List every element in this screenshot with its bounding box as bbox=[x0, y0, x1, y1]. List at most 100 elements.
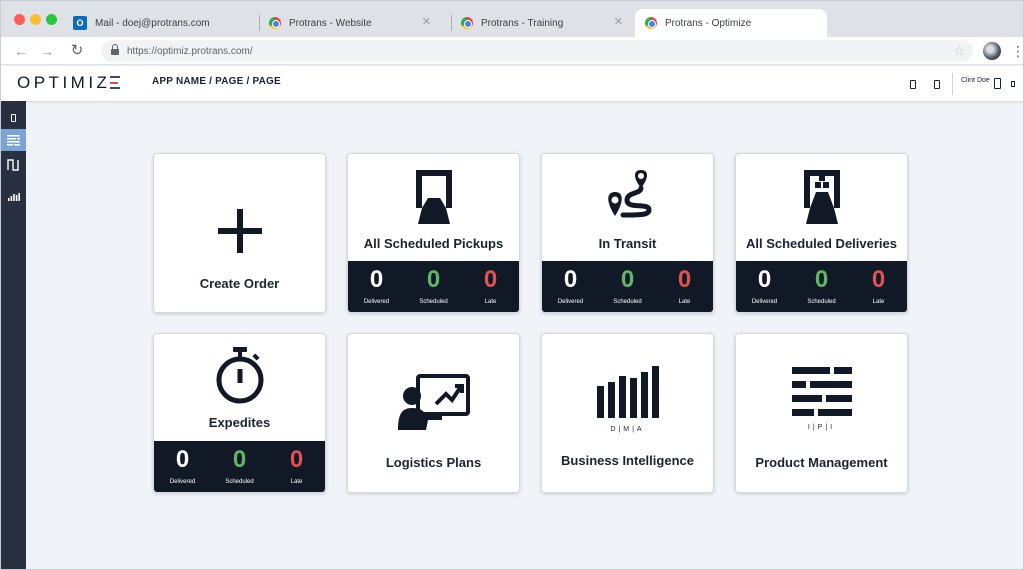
stat-value: 0 bbox=[289, 446, 304, 473]
url-text: https://optimiz.protrans.com/ bbox=[127, 45, 253, 57]
card-title: All Scheduled Pickups bbox=[363, 236, 504, 251]
bars-icon bbox=[596, 366, 659, 418]
forward-arrow-icon[interactable]: → bbox=[37, 41, 57, 61]
stat-scheduled: 0 Scheduled bbox=[793, 261, 850, 312]
logistics-plans-card[interactable]: Logistics Plans bbox=[347, 333, 520, 493]
card-title: Create Order bbox=[199, 276, 280, 291]
user-device-icon[interactable] bbox=[994, 78, 1001, 89]
stat-late: 0 Late bbox=[850, 261, 907, 312]
stat-label: Delivered bbox=[557, 299, 584, 305]
stats-panel: 0 Delivered 0 Scheduled 0 Late bbox=[348, 261, 519, 312]
tab-website[interactable]: Protrans - Website ✕ bbox=[259, 9, 441, 37]
header-divider bbox=[952, 73, 953, 95]
stat-label: Late bbox=[872, 299, 885, 305]
maximize-window-button[interactable] bbox=[46, 14, 57, 25]
sidebar-item-analytics[interactable] bbox=[1, 185, 26, 207]
browser-window: O Mail - doej@protrans.com Protrans - We… bbox=[0, 0, 1024, 570]
browser-tab-bar: O Mail - doej@protrans.com Protrans - We… bbox=[1, 1, 1023, 37]
stat-value: 0 bbox=[175, 446, 190, 473]
product-management-card[interactable]: I|P|I Product Management bbox=[735, 333, 908, 493]
stat-late: 0 Late bbox=[656, 261, 713, 312]
logo-e-mark bbox=[110, 76, 121, 89]
profile-avatar[interactable] bbox=[983, 42, 1001, 60]
stat-label: Scheduled bbox=[225, 479, 254, 485]
stat-label: Scheduled bbox=[419, 299, 448, 305]
plus-icon bbox=[217, 209, 262, 253]
in-transit-card[interactable]: In Transit 0 Delivered 0 Scheduled 0 Lat… bbox=[541, 153, 714, 313]
breadcrumb: APP NAME / PAGE / PAGE bbox=[152, 76, 281, 87]
truck-pickup-icon bbox=[415, 170, 452, 224]
stat-label: Scheduled bbox=[613, 299, 642, 305]
lock-icon bbox=[111, 43, 119, 56]
chrome-icon bbox=[269, 17, 281, 29]
route-icon bbox=[607, 170, 652, 218]
stat-value: 0 bbox=[426, 266, 441, 293]
presentation-icon bbox=[397, 374, 470, 430]
stat-value: 0 bbox=[563, 266, 578, 293]
stat-value: 0 bbox=[757, 266, 772, 293]
tab-label: Protrans - Website bbox=[289, 17, 372, 29]
stopwatch-icon bbox=[216, 347, 263, 404]
optimize-logo[interactable]: OPTIMIZ bbox=[17, 73, 121, 93]
stat-value: 0 bbox=[483, 266, 498, 293]
card-title: Logistics Plans bbox=[385, 455, 482, 470]
expedites-card[interactable]: Expedites 0 Delivered 0 Scheduled 0 Late bbox=[153, 333, 326, 493]
stat-label: Scheduled bbox=[807, 299, 836, 305]
reload-icon[interactable]: ↻ bbox=[67, 41, 87, 61]
sidebar-item-list[interactable] bbox=[1, 129, 26, 151]
card-title: Expedites bbox=[208, 415, 271, 430]
card-title: Product Management bbox=[755, 455, 888, 470]
bar-chart-icon bbox=[7, 192, 20, 201]
dma-caption: D|M|A bbox=[610, 426, 645, 433]
sidebar-item-waveform[interactable] bbox=[1, 154, 26, 176]
scheduled-deliveries-card[interactable]: All Scheduled Deliveries 0 Delivered 0 S… bbox=[735, 153, 908, 313]
chrome-icon bbox=[645, 17, 657, 29]
stats-panel: 0 Delivered 0 Scheduled 0 Late bbox=[154, 441, 325, 492]
tab-optimize[interactable]: Protrans - Optimize bbox=[635, 9, 827, 37]
notification-icon[interactable] bbox=[910, 80, 916, 89]
stat-label: Late bbox=[290, 479, 303, 485]
list-icon bbox=[7, 134, 20, 145]
back-arrow-icon[interactable]: ← bbox=[11, 41, 31, 61]
ipi-caption: I|P|I bbox=[807, 424, 836, 431]
stat-delivered: 0 Delivered bbox=[736, 261, 793, 312]
tab-mail[interactable]: O Mail - doej@protrans.com bbox=[63, 9, 259, 37]
stat-delivered: 0 Delivered bbox=[348, 261, 405, 312]
tab-training[interactable]: Protrans - Training ✕ bbox=[451, 9, 633, 37]
address-bar[interactable]: https://optimiz.protrans.com/ ☆ bbox=[101, 40, 973, 62]
close-window-button[interactable] bbox=[14, 14, 25, 25]
logo-text: OPTIMIZ bbox=[17, 73, 111, 92]
stat-label: Late bbox=[678, 299, 691, 305]
help-icon[interactable] bbox=[934, 80, 940, 89]
tab-label: Protrans - Optimize bbox=[665, 17, 752, 29]
device-icon bbox=[11, 114, 16, 122]
waveform-icon bbox=[7, 159, 19, 171]
lines-icon bbox=[791, 367, 852, 416]
stat-delivered: 0 Delivered bbox=[154, 441, 211, 492]
bookmark-star-icon[interactable]: ☆ bbox=[953, 43, 965, 59]
user-menu-icon[interactable] bbox=[1011, 81, 1015, 87]
business-intelligence-card[interactable]: D|M|A Business Intelligence bbox=[541, 333, 714, 493]
stat-label: Delivered bbox=[751, 299, 778, 305]
minimize-window-button[interactable] bbox=[30, 14, 41, 25]
stat-delivered: 0 Delivered bbox=[542, 261, 599, 312]
card-title: In Transit bbox=[598, 236, 657, 251]
stat-scheduled: 0 Scheduled bbox=[405, 261, 462, 312]
sidebar-item-device[interactable] bbox=[1, 107, 26, 129]
stat-value: 0 bbox=[677, 266, 692, 293]
chrome-icon bbox=[461, 17, 473, 29]
browser-menu-icon[interactable]: ⋮ bbox=[1011, 41, 1023, 61]
close-tab-icon[interactable]: ✕ bbox=[422, 17, 431, 28]
outlook-icon: O bbox=[73, 16, 87, 30]
card-title: All Scheduled Deliveries bbox=[745, 236, 897, 251]
scheduled-pickups-card[interactable]: All Scheduled Pickups 0 Delivered 0 Sche… bbox=[347, 153, 520, 313]
browser-toolbar: ← → ↻ https://optimiz.protrans.com/ ☆ ⋮ bbox=[1, 37, 1023, 65]
close-tab-icon[interactable]: ✕ bbox=[614, 17, 623, 28]
stat-value: 0 bbox=[871, 266, 886, 293]
sidebar bbox=[1, 101, 26, 569]
create-order-card[interactable]: Create Order bbox=[153, 153, 326, 313]
stat-label: Late bbox=[484, 299, 497, 305]
truck-delivery-icon bbox=[803, 170, 840, 224]
stat-value: 0 bbox=[369, 266, 384, 293]
user-name[interactable]: Clint Doe bbox=[961, 77, 990, 84]
